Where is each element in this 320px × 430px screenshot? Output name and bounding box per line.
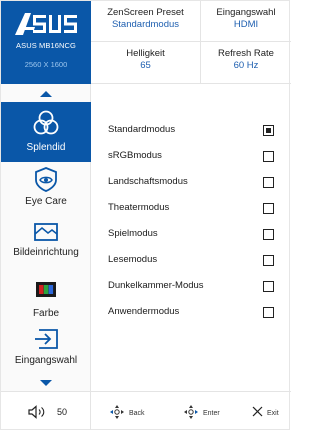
back-label: Back [129,410,145,417]
splendid-options: Standardmodus sRGBmodus Landschaftsmodus… [92,84,291,391]
option-checkbox[interactable] [263,281,274,292]
enter-label: Enter [203,410,220,417]
color-icon [36,282,56,297]
brightness-value: 65 [140,60,151,71]
brand-panel: ASUS MB16NCG 2560 X 1600 [1,1,91,84]
back-button[interactable]: Back [109,392,159,430]
option-checkbox[interactable] [263,229,274,240]
sidebar-item-eingangswahl[interactable]: Eingangswahl [1,324,91,374]
option-checkbox[interactable] [263,255,274,266]
eye-care-icon [35,167,57,192]
splendid-icon [33,110,59,135]
joystick-back-icon [110,405,124,419]
footer-bar: 50 Back Enter Exit [1,391,291,430]
sidebar-item-eye-care[interactable]: Eye Care [1,164,91,214]
option-label: Theatermodus [108,202,170,213]
preset-label: ZenScreen Preset [107,7,184,18]
brightness-status: Helligkeit 65 [91,42,201,84]
option-checkbox[interactable] [263,177,274,188]
sidebar-item-label: Farbe [32,308,60,319]
option-landschaftsmodus[interactable]: Landschaftsmodus [108,174,286,192]
input-value: HDMI [233,19,259,30]
sidebar-item-farbe[interactable]: Farbe [1,270,91,320]
volume-indicator: 50 [1,392,91,430]
asus-logo [15,13,77,35]
option-label: Standardmodus [108,124,176,135]
option-label: Dunkelkammer-Modus [108,280,204,291]
resolution-text: 2560 X 1600 [24,60,68,69]
option-checkbox[interactable] [263,151,274,162]
option-checkbox-checked[interactable] [263,125,274,136]
model-name: ASUS MB16NCG [16,41,76,50]
sidebar-item-splendid[interactable]: Splendid [1,102,91,162]
refresh-status: Refresh Rate 60 Hz [201,42,291,84]
option-anwendermodus[interactable]: Anwendermodus [108,304,286,322]
sidebar-item-label: Bildeinrichtung [13,247,79,258]
option-checkbox[interactable] [263,307,274,318]
option-spielmodus[interactable]: Spielmodus [108,226,286,244]
option-label: Spielmodus [108,228,158,239]
close-icon [252,406,263,417]
option-label: sRGBmodus [108,150,162,161]
option-label: Anwendermodus [108,306,180,317]
sidebar-item-label: Eingangswahl [14,355,78,366]
option-lesemodus[interactable]: Lesemodus [108,252,286,270]
exit-label: Exit [267,410,279,417]
refresh-value: 60 Hz [233,60,259,71]
sidebar: Splendid Eye Care Bildeinrichtung Farbe … [1,84,91,391]
scroll-up-icon[interactable] [40,91,52,97]
osd-menu: ASUS MB16NCG 2560 X 1600 ZenScreen Prese… [0,0,291,430]
input-select-icon [35,329,58,349]
option-label: Lesemodus [108,254,158,265]
sidebar-item-bildeinrichtung[interactable]: Bildeinrichtung [1,218,91,268]
preset-status: ZenScreen Preset Standardmodus [91,1,201,42]
refresh-label: Refresh Rate [218,48,274,59]
brightness-label: Helligkeit [126,48,165,59]
image-icon [34,223,58,241]
preset-value: Standardmodus [111,19,180,30]
volume-icon [28,405,45,419]
exit-button[interactable]: Exit [251,392,291,430]
option-dunkelkammer-modus[interactable]: Dunkelkammer-Modus [108,278,286,296]
option-srgbmodus[interactable]: sRGBmodus [108,148,286,166]
joystick-enter-icon [184,405,198,419]
volume-value: 50 [57,407,68,417]
option-theatermodus[interactable]: Theatermodus [108,200,286,218]
enter-button[interactable]: Enter [183,392,233,430]
scroll-down-icon[interactable] [40,380,52,386]
sidebar-item-label: Eye Care [25,196,67,207]
option-standardmodus[interactable]: Standardmodus [108,122,286,140]
sidebar-item-label: Splendid [26,142,66,153]
input-label: Eingangswahl [216,7,276,18]
option-label: Landschaftsmodus [108,176,188,187]
option-checkbox[interactable] [263,203,274,214]
input-status: Eingangswahl HDMI [201,1,291,42]
